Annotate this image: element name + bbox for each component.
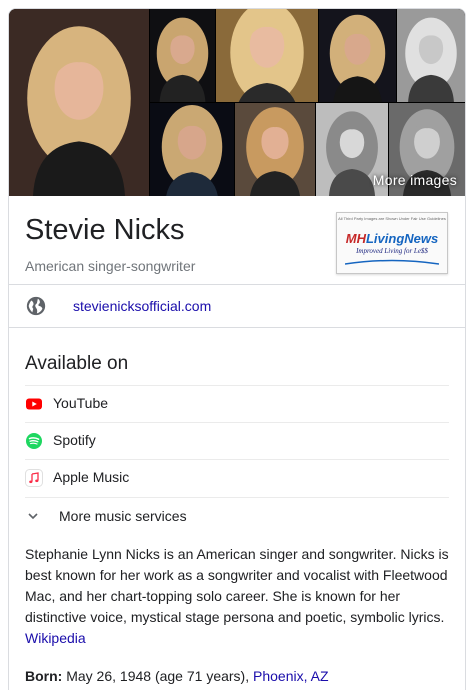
spotify-icon	[26, 433, 42, 449]
service-label: Spotify	[53, 432, 96, 448]
photo-stage-1-image	[150, 9, 215, 102]
photo-stage-1[interactable]	[150, 9, 215, 102]
ad-logo-mh: MH	[345, 231, 366, 246]
knowledge-panel: More images Stevie Nicks American singer…	[8, 8, 466, 690]
description-text: Stephanie Lynn Nicks is an American sing…	[25, 546, 449, 625]
service-label: YouTube	[53, 395, 109, 411]
globe-icon	[26, 296, 46, 316]
photo-portrait-1-image	[235, 103, 315, 196]
born-label: Born:	[25, 668, 63, 684]
website-link[interactable]: stevienicksofficial.com	[73, 298, 211, 314]
photo-portrait-1[interactable]	[235, 103, 315, 196]
wikipedia-link[interactable]: Wikipedia	[25, 630, 86, 646]
service-label: Apple Music	[53, 469, 130, 485]
photo-closeup-1-image	[216, 9, 318, 102]
ad-logo-text: MHLivingNews	[337, 231, 447, 246]
photo-stage-2[interactable]	[319, 9, 396, 102]
website-row: stevienicksofficial.com	[9, 285, 465, 328]
photo-bw-1[interactable]	[397, 9, 465, 102]
more-music-services-button[interactable]: More music services	[25, 497, 449, 534]
apple-music-icon	[25, 469, 43, 487]
ad-logo-living-news: LivingNews	[365, 231, 439, 246]
more-images-link[interactable]: More images	[373, 172, 457, 188]
description: Stephanie Lynn Nicks is an American sing…	[25, 544, 449, 649]
chevron-down-icon	[28, 513, 38, 520]
ad-tagline: Improved Living for Le$$	[356, 247, 428, 255]
photo-stage-3[interactable]	[150, 103, 234, 196]
more-music-services-label: More music services	[59, 508, 187, 524]
service-apple-music[interactable]: Apple Music	[25, 459, 449, 496]
photo-stage-2-image	[319, 9, 396, 102]
mhlivingnews-logo: All Third Party Images are Shown Under F…	[336, 212, 448, 274]
image-mosaic[interactable]: More images	[9, 9, 465, 196]
born-row: Born: May 26, 1948 (age 71 years), Phoen…	[25, 666, 455, 687]
entity-subtitle: American singer-songwriter	[25, 258, 196, 274]
main-photo-image	[9, 9, 149, 196]
fair-use-note: All Third Party Images are Shown Under F…	[338, 216, 446, 221]
birthplace-link[interactable]: Phoenix, AZ	[253, 668, 329, 684]
photo-stage-3-image	[150, 103, 234, 196]
swoosh-decoration	[345, 259, 439, 265]
youtube-icon	[26, 398, 42, 410]
born-value: May 26, 1948 (age 71 years),	[66, 668, 250, 684]
service-youtube[interactable]: YouTube	[25, 385, 449, 422]
service-spotify[interactable]: Spotify	[25, 422, 449, 459]
available-on-heading: Available on	[25, 353, 129, 374]
photo-bw-1-image	[397, 9, 465, 102]
entity-title: Stevie Nicks	[25, 214, 185, 246]
title-section: Stevie Nicks American singer-songwriter …	[9, 196, 465, 285]
main-photo[interactable]	[9, 9, 149, 196]
photo-closeup-1[interactable]	[216, 9, 318, 102]
